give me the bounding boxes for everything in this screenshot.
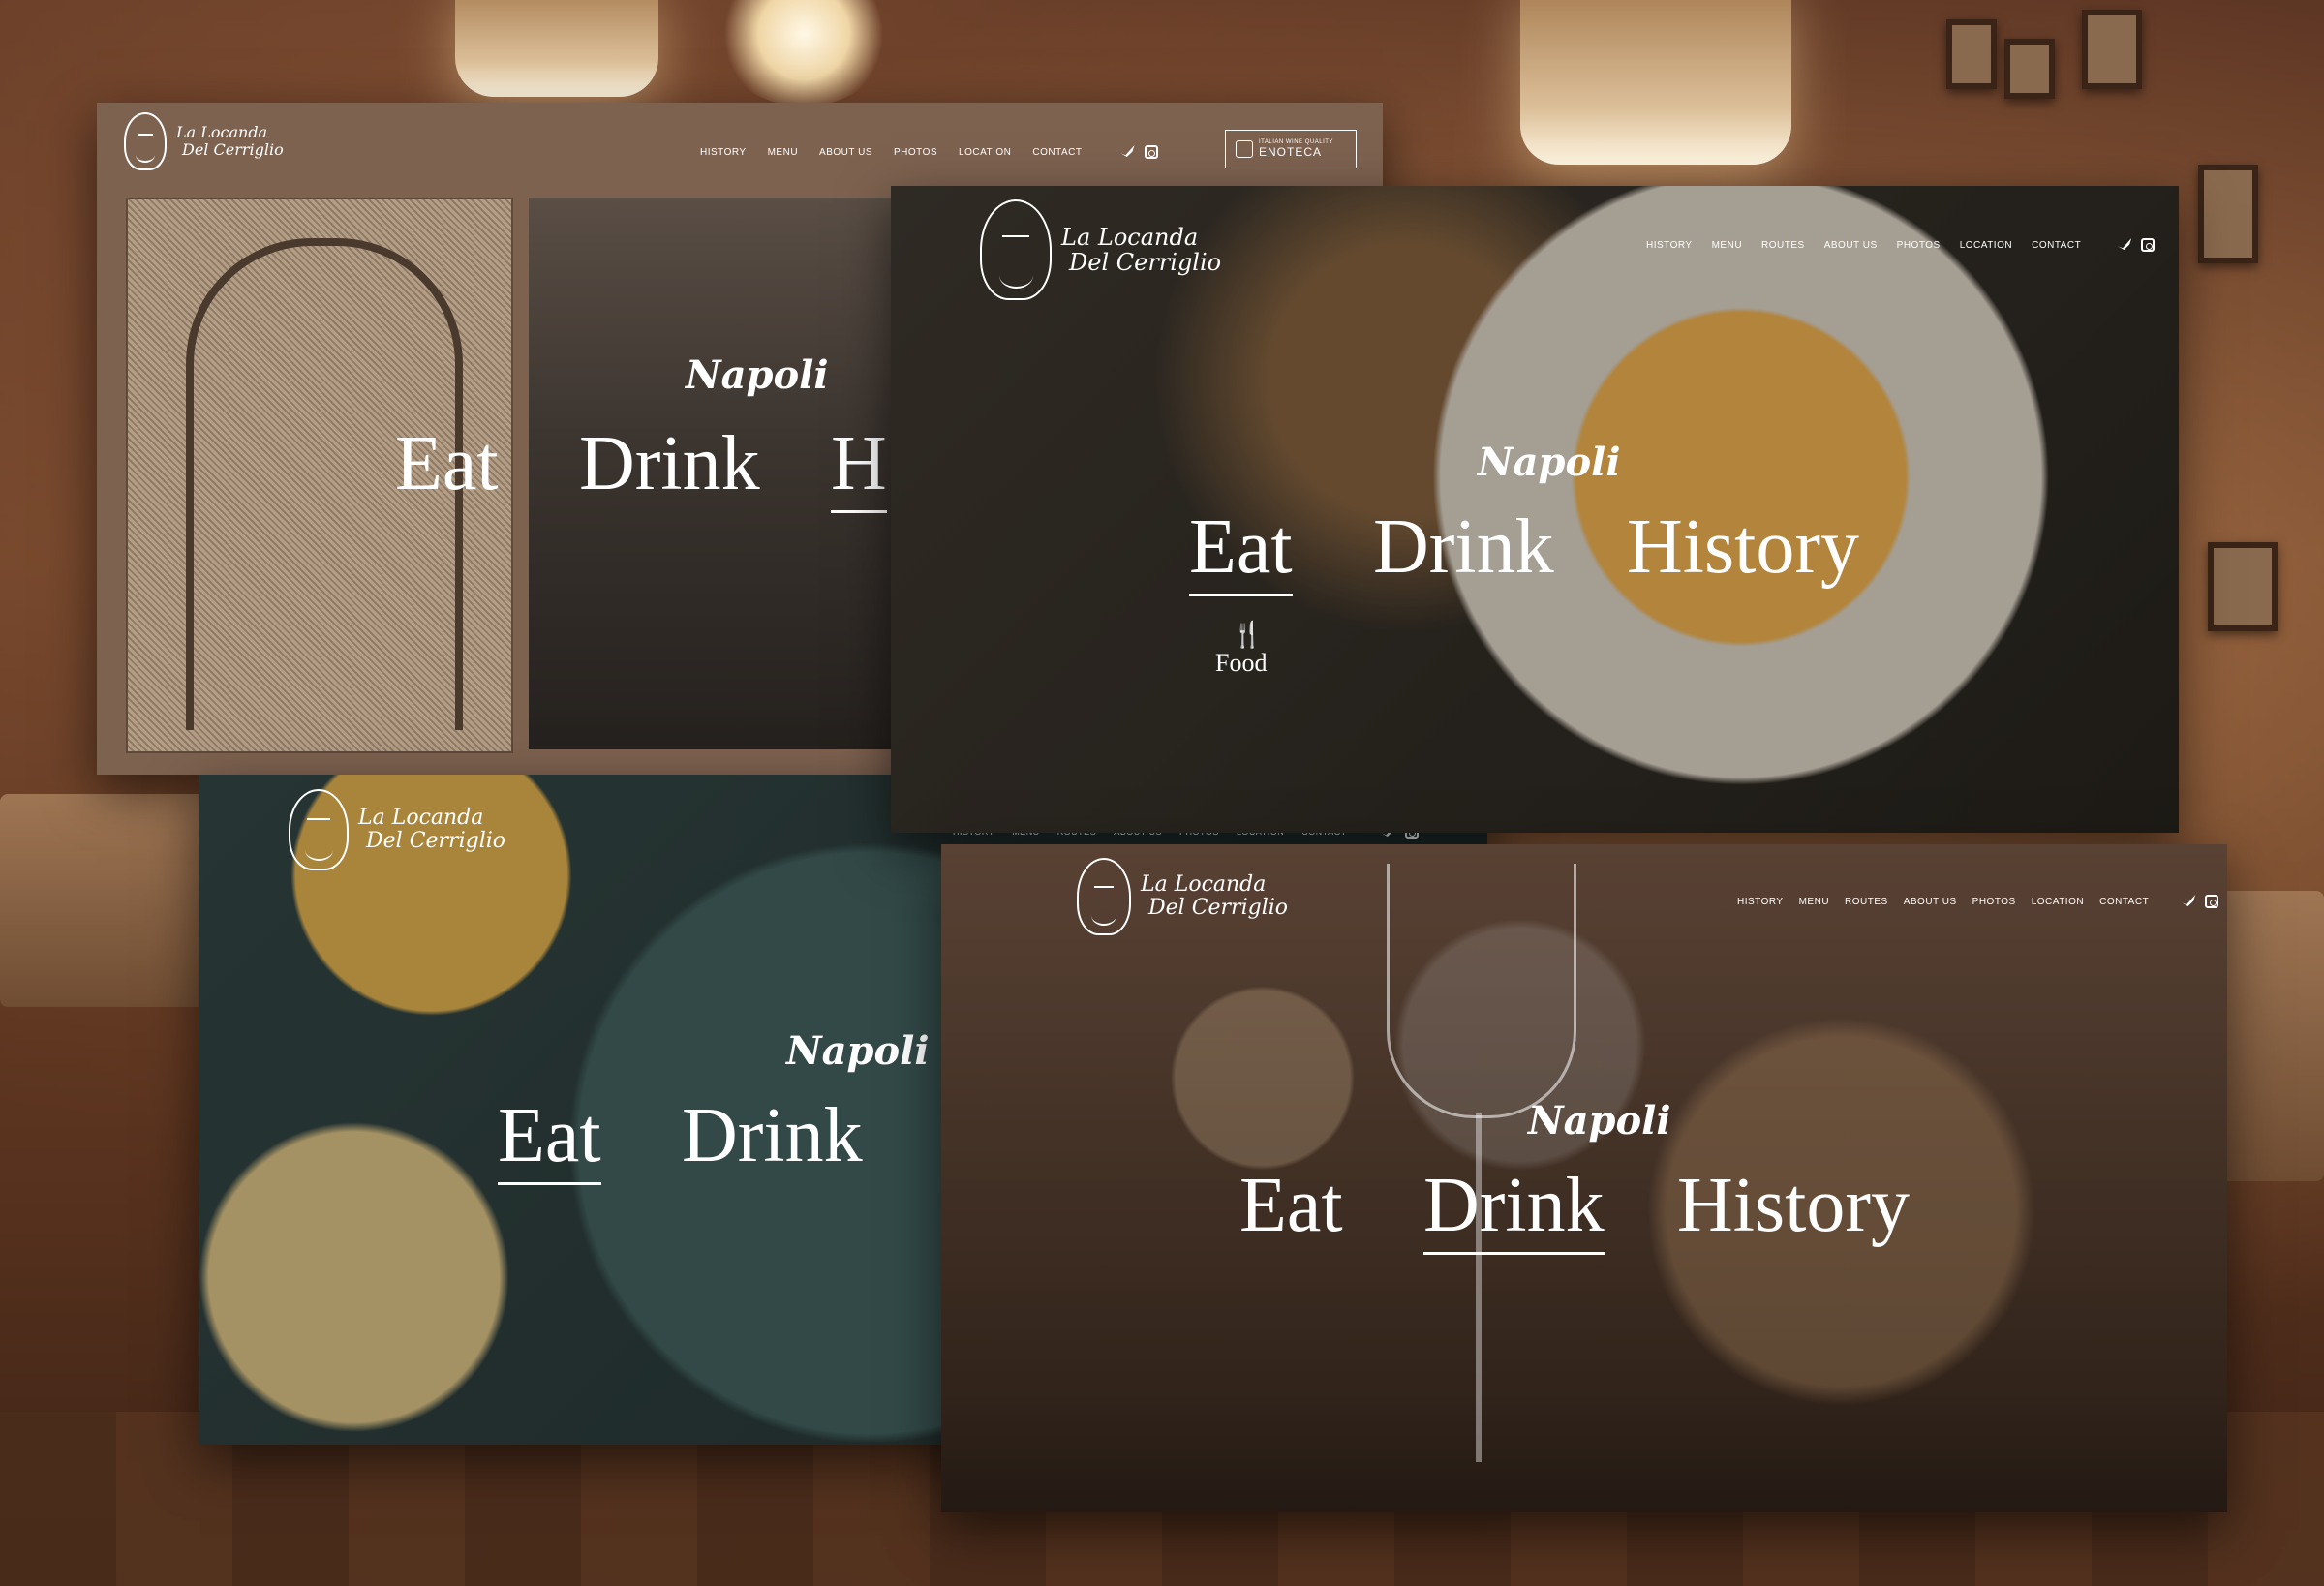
face-logo-icon — [1077, 858, 1131, 935]
brand-line2: Del Cerriglio — [1148, 896, 1289, 920]
hero-drink[interactable]: Drink — [1423, 1162, 1605, 1255]
main-nav: HISTORY MENU ABOUT US PHOTOS LOCATION CO… — [700, 145, 1158, 159]
instagram-icon[interactable] — [2141, 238, 2156, 252]
hero-history[interactable]: History — [1627, 503, 1859, 592]
screenshot-drink-page: La Locanda Del Cerriglio HISTORY MENU RO… — [941, 844, 2227, 1512]
nav-contact[interactable]: CONTACT — [1032, 147, 1082, 158]
ceiling-lamp — [1520, 0, 1791, 165]
hero-drink[interactable]: Drink — [682, 1092, 863, 1180]
brand-logo[interactable]: La Locanda Del Cerriglio — [980, 199, 1221, 300]
face-logo-icon — [289, 789, 349, 870]
ceiling-lamp — [455, 0, 658, 97]
nav-about-us[interactable]: ABOUT US — [819, 147, 872, 158]
wall-picture — [2004, 39, 2055, 99]
instagram-icon[interactable] — [1144, 145, 1158, 159]
brand-line2: Del Cerriglio — [366, 829, 506, 853]
brand-logo[interactable]: La Locanda Del Cerriglio — [124, 112, 284, 170]
hero-eat[interactable]: Eat — [1189, 503, 1293, 596]
main-nav: HISTORY MENU ROUTES ABOUT US PHOTOS LOCA… — [1646, 238, 2156, 252]
wall-picture — [1946, 19, 1997, 89]
brand-line2: Del Cerriglio — [1069, 249, 1222, 276]
nav-contact[interactable]: CONTACT — [2032, 240, 2081, 251]
hero-city: Napoli — [686, 352, 829, 398]
hero-city: Napoli — [1528, 1098, 1671, 1144]
twitter-icon[interactable] — [2182, 895, 2196, 906]
brand-line2: Del Cerriglio — [182, 140, 284, 159]
nav-about-us[interactable]: ABOUT US — [1904, 897, 1957, 907]
nav-menu[interactable]: MENU — [1712, 240, 1742, 251]
nav-photos[interactable]: PHOTOS — [894, 147, 937, 158]
brand-logo[interactable]: La Locanda Del Cerriglio — [289, 789, 505, 870]
nav-photos[interactable]: PHOTOS — [1897, 240, 1941, 251]
twitter-icon[interactable] — [2118, 238, 2132, 250]
twitter-icon[interactable] — [1120, 145, 1135, 157]
wall-picture — [2208, 542, 2278, 631]
enoteca-title: ENOTECA — [1259, 145, 1323, 159]
fork-knife-icon: 🍴 — [1232, 620, 1264, 649]
food-section-label[interactable]: Food — [1215, 649, 1267, 678]
screenshot-eat-page: La Locanda Del Cerriglio HISTORY MENU RO… — [891, 186, 2179, 833]
nav-location[interactable]: LOCATION — [959, 147, 1011, 158]
hero-city: Napoli — [1478, 440, 1621, 485]
nav-history[interactable]: HISTORY — [1646, 240, 1693, 251]
hero-history[interactable]: History — [1677, 1162, 1910, 1250]
enoteca-badge[interactable]: ITALIAN WINE QUALITY ENOTECA — [1225, 130, 1357, 168]
wine-barrel-icon — [1236, 140, 1253, 158]
hero-drink[interactable]: Drink — [1373, 503, 1554, 592]
brand-line1: La Locanda — [176, 123, 268, 142]
nav-location[interactable]: LOCATION — [2032, 897, 2084, 907]
nav-routes[interactable]: ROUTES — [1845, 897, 1888, 907]
nav-contact[interactable]: CONTACT — [2099, 897, 2149, 907]
nav-menu[interactable]: MENU — [1799, 897, 1829, 907]
face-logo-icon — [124, 112, 167, 170]
chandelier-light — [717, 0, 891, 107]
brand-line1: La Locanda — [1141, 871, 1267, 897]
wall-picture — [2082, 10, 2142, 89]
nav-routes[interactable]: ROUTES — [1761, 240, 1805, 251]
wine-glass-image — [1387, 864, 1576, 1118]
nav-location[interactable]: LOCATION — [1960, 240, 2012, 251]
restaurant-table — [0, 794, 213, 1007]
hero-drink[interactable]: Drink — [579, 420, 760, 508]
face-logo-icon — [980, 199, 1052, 300]
hero-city: Napoli — [786, 1028, 930, 1074]
nav-photos[interactable]: PHOTOS — [1972, 897, 2016, 907]
wall-picture — [2198, 165, 2258, 263]
hero-eat[interactable]: Eat — [1239, 1162, 1343, 1250]
nav-history[interactable]: HISTORY — [1737, 897, 1784, 907]
hero-eat[interactable]: Eat — [498, 1092, 601, 1185]
hero-history-partial[interactable]: H — [831, 420, 887, 513]
nav-menu[interactable]: MENU — [768, 147, 798, 158]
brand-line1: La Locanda — [1061, 223, 1199, 251]
hero-eat[interactable]: Eat — [395, 420, 499, 508]
instagram-icon[interactable] — [2205, 895, 2219, 908]
nav-history[interactable]: HISTORY — [700, 147, 747, 158]
nav-about-us[interactable]: ABOUT US — [1824, 240, 1878, 251]
brand-logo[interactable]: La Locanda Del Cerriglio — [1077, 858, 1288, 935]
brand-line1: La Locanda — [358, 805, 484, 830]
main-nav: HISTORY MENU ROUTES ABOUT US PHOTOS LOCA… — [1737, 895, 2219, 908]
